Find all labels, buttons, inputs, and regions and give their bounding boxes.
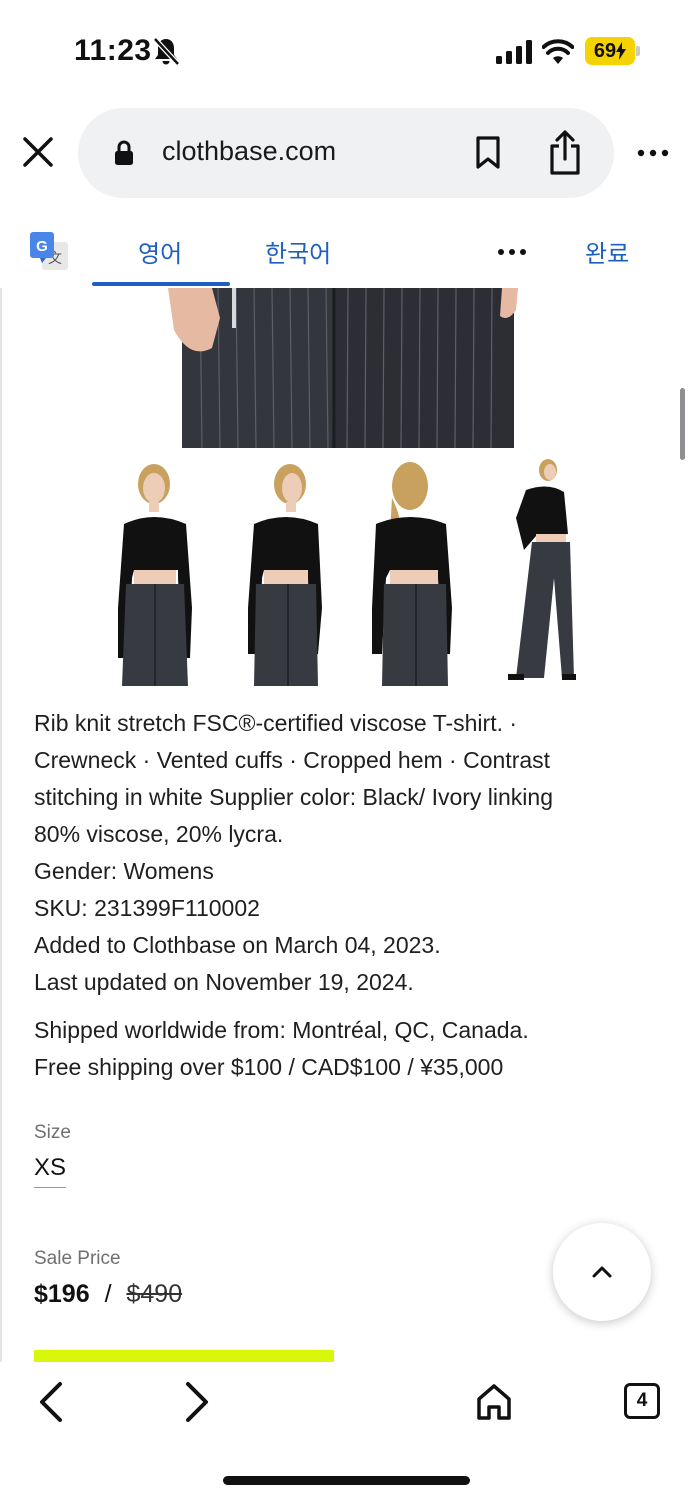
charging-bolt-icon bbox=[616, 42, 627, 60]
bell-off-icon bbox=[153, 37, 180, 66]
share-icon[interactable] bbox=[548, 130, 582, 176]
shipped-from-text: Shipped worldwide from: Montréal, QC, Ca… bbox=[34, 1017, 529, 1043]
free-shipping-text: Free shipping over $100 / CAD$100 / ¥35,… bbox=[34, 1054, 504, 1080]
status-bar: 11:23 69 bbox=[0, 0, 692, 100]
translate-more-icon[interactable] bbox=[496, 244, 528, 260]
sale-price: $196 bbox=[34, 1280, 90, 1308]
tab-count: 4 bbox=[636, 1390, 648, 1411]
pinstripe-trousers-image bbox=[150, 288, 536, 448]
gender-text: Gender: Womens bbox=[34, 858, 214, 884]
sku-text: SKU: 231399F110002 bbox=[34, 895, 260, 921]
price-separator: / bbox=[104, 1280, 112, 1308]
product-thumbnail[interactable] bbox=[496, 458, 606, 686]
added-date-text: Added to Clothbase on March 04, 2023. bbox=[34, 932, 441, 958]
svg-text:G: G bbox=[36, 238, 48, 255]
size-label: Size bbox=[34, 1122, 71, 1143]
google-translate-icon[interactable]: 文 G bbox=[28, 230, 70, 272]
lock-icon bbox=[115, 140, 133, 165]
updated-date-text: Last updated on November 19, 2024. bbox=[34, 969, 414, 995]
tabs-button[interactable]: 4 bbox=[624, 1383, 660, 1419]
price-label: Sale Price bbox=[34, 1248, 121, 1269]
active-tab-indicator bbox=[92, 282, 230, 286]
page-left-edge bbox=[0, 288, 2, 1363]
forward-icon[interactable] bbox=[184, 1380, 210, 1424]
chevron-up-icon bbox=[592, 1266, 612, 1278]
product-main-image[interactable] bbox=[150, 288, 536, 448]
address-bar[interactable] bbox=[78, 108, 614, 198]
wifi-icon bbox=[542, 39, 574, 64]
product-description: Rib knit stretch FSC®-certified viscose … bbox=[34, 705, 654, 1001]
status-time: 11:23 bbox=[74, 34, 152, 67]
bookmark-icon[interactable] bbox=[474, 136, 502, 170]
back-icon[interactable] bbox=[38, 1380, 64, 1424]
close-icon[interactable] bbox=[20, 134, 56, 170]
description-line: stitching in white Supplier color: Black… bbox=[34, 784, 554, 810]
scroll-to-top-button[interactable] bbox=[553, 1223, 651, 1321]
product-thumbnail[interactable] bbox=[236, 458, 346, 686]
home-indicator[interactable] bbox=[223, 1476, 470, 1485]
cellular-signal-icon bbox=[496, 40, 532, 64]
price-row: $196 / $490 bbox=[34, 1280, 182, 1309]
battery-level: 69 bbox=[593, 39, 617, 62]
more-options-icon[interactable] bbox=[636, 140, 670, 166]
size-selector[interactable]: XS bbox=[34, 1154, 67, 1188]
done-button[interactable]: 완료 bbox=[585, 234, 629, 269]
home-icon[interactable] bbox=[476, 1383, 512, 1421]
url-text[interactable]: clothbase.com bbox=[162, 136, 336, 167]
description-line: Rib knit stretch FSC®-certified viscose … bbox=[34, 710, 518, 736]
product-thumbnail[interactable] bbox=[106, 458, 216, 686]
description-line: Crewneck · Vented cuffs · Cropped hem · … bbox=[34, 747, 551, 773]
tab-source-language[interactable]: 영어 bbox=[138, 234, 182, 269]
product-thumbnail[interactable] bbox=[366, 458, 476, 686]
scroll-indicator[interactable] bbox=[680, 388, 685, 460]
shipping-info: Shipped worldwide from: Montréal, QC, Ca… bbox=[34, 1012, 654, 1086]
tab-target-language[interactable]: 한국어 bbox=[265, 234, 331, 269]
original-price: $490 bbox=[126, 1280, 183, 1308]
battery-indicator: 69 bbox=[585, 37, 635, 65]
battery-cap bbox=[636, 46, 640, 56]
description-line: 80% viscose, 20% lycra. bbox=[34, 821, 284, 847]
